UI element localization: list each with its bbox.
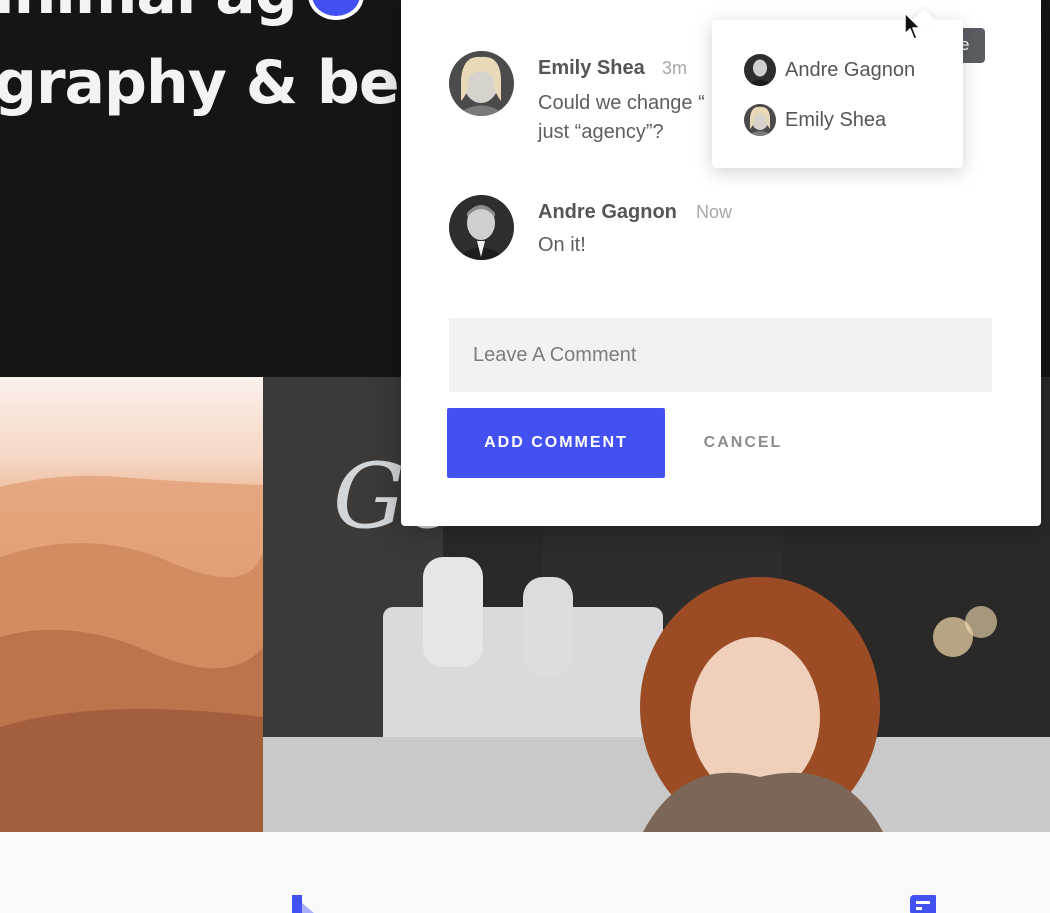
feature-icons-strip (0, 832, 1050, 913)
landscape-photo (0, 377, 263, 832)
avatar (744, 104, 776, 136)
avatar (449, 195, 514, 260)
bookmark-icon (292, 895, 314, 913)
message-icon (910, 895, 936, 913)
cancel-button[interactable]: CANCEL (691, 408, 795, 478)
mention-dropdown: Andre Gagnon Emily Shea (712, 8, 963, 168)
comment-text: On it! (538, 234, 586, 256)
hero-heading-line-2: graphy & bea (0, 48, 439, 118)
comment-author: Andre Gagnon (538, 201, 677, 223)
avatar (449, 51, 514, 116)
avatar (744, 54, 776, 86)
comment-input[interactable] (449, 318, 992, 392)
user-avatar-icon (744, 104, 776, 136)
mention-option[interactable]: Emily Shea (744, 102, 944, 138)
mouse-pointer-icon (904, 12, 921, 40)
anchor-icon: ⌃ (884, 0, 898, 11)
mention-option-label: Andre Gagnon (785, 59, 916, 81)
comment-timestamp: Now (696, 202, 733, 222)
mention-option[interactable]: Andre Gagnon (744, 52, 944, 88)
comment-timestamp: 3m (662, 58, 688, 78)
cursor-marker-dot[interactable] (308, 0, 364, 20)
comment-text: Could we change “ just “agency”? (538, 92, 705, 143)
hero-heading-line-1: inimal ag (0, 0, 298, 28)
user-avatar-icon (449, 51, 514, 116)
user-avatar-icon (744, 54, 776, 86)
user-avatar-icon (449, 195, 514, 260)
add-comment-button[interactable]: ADD COMMENT (447, 408, 665, 478)
mention-option-label: Emily Shea (785, 109, 887, 131)
comment-author: Emily Shea (538, 57, 645, 79)
